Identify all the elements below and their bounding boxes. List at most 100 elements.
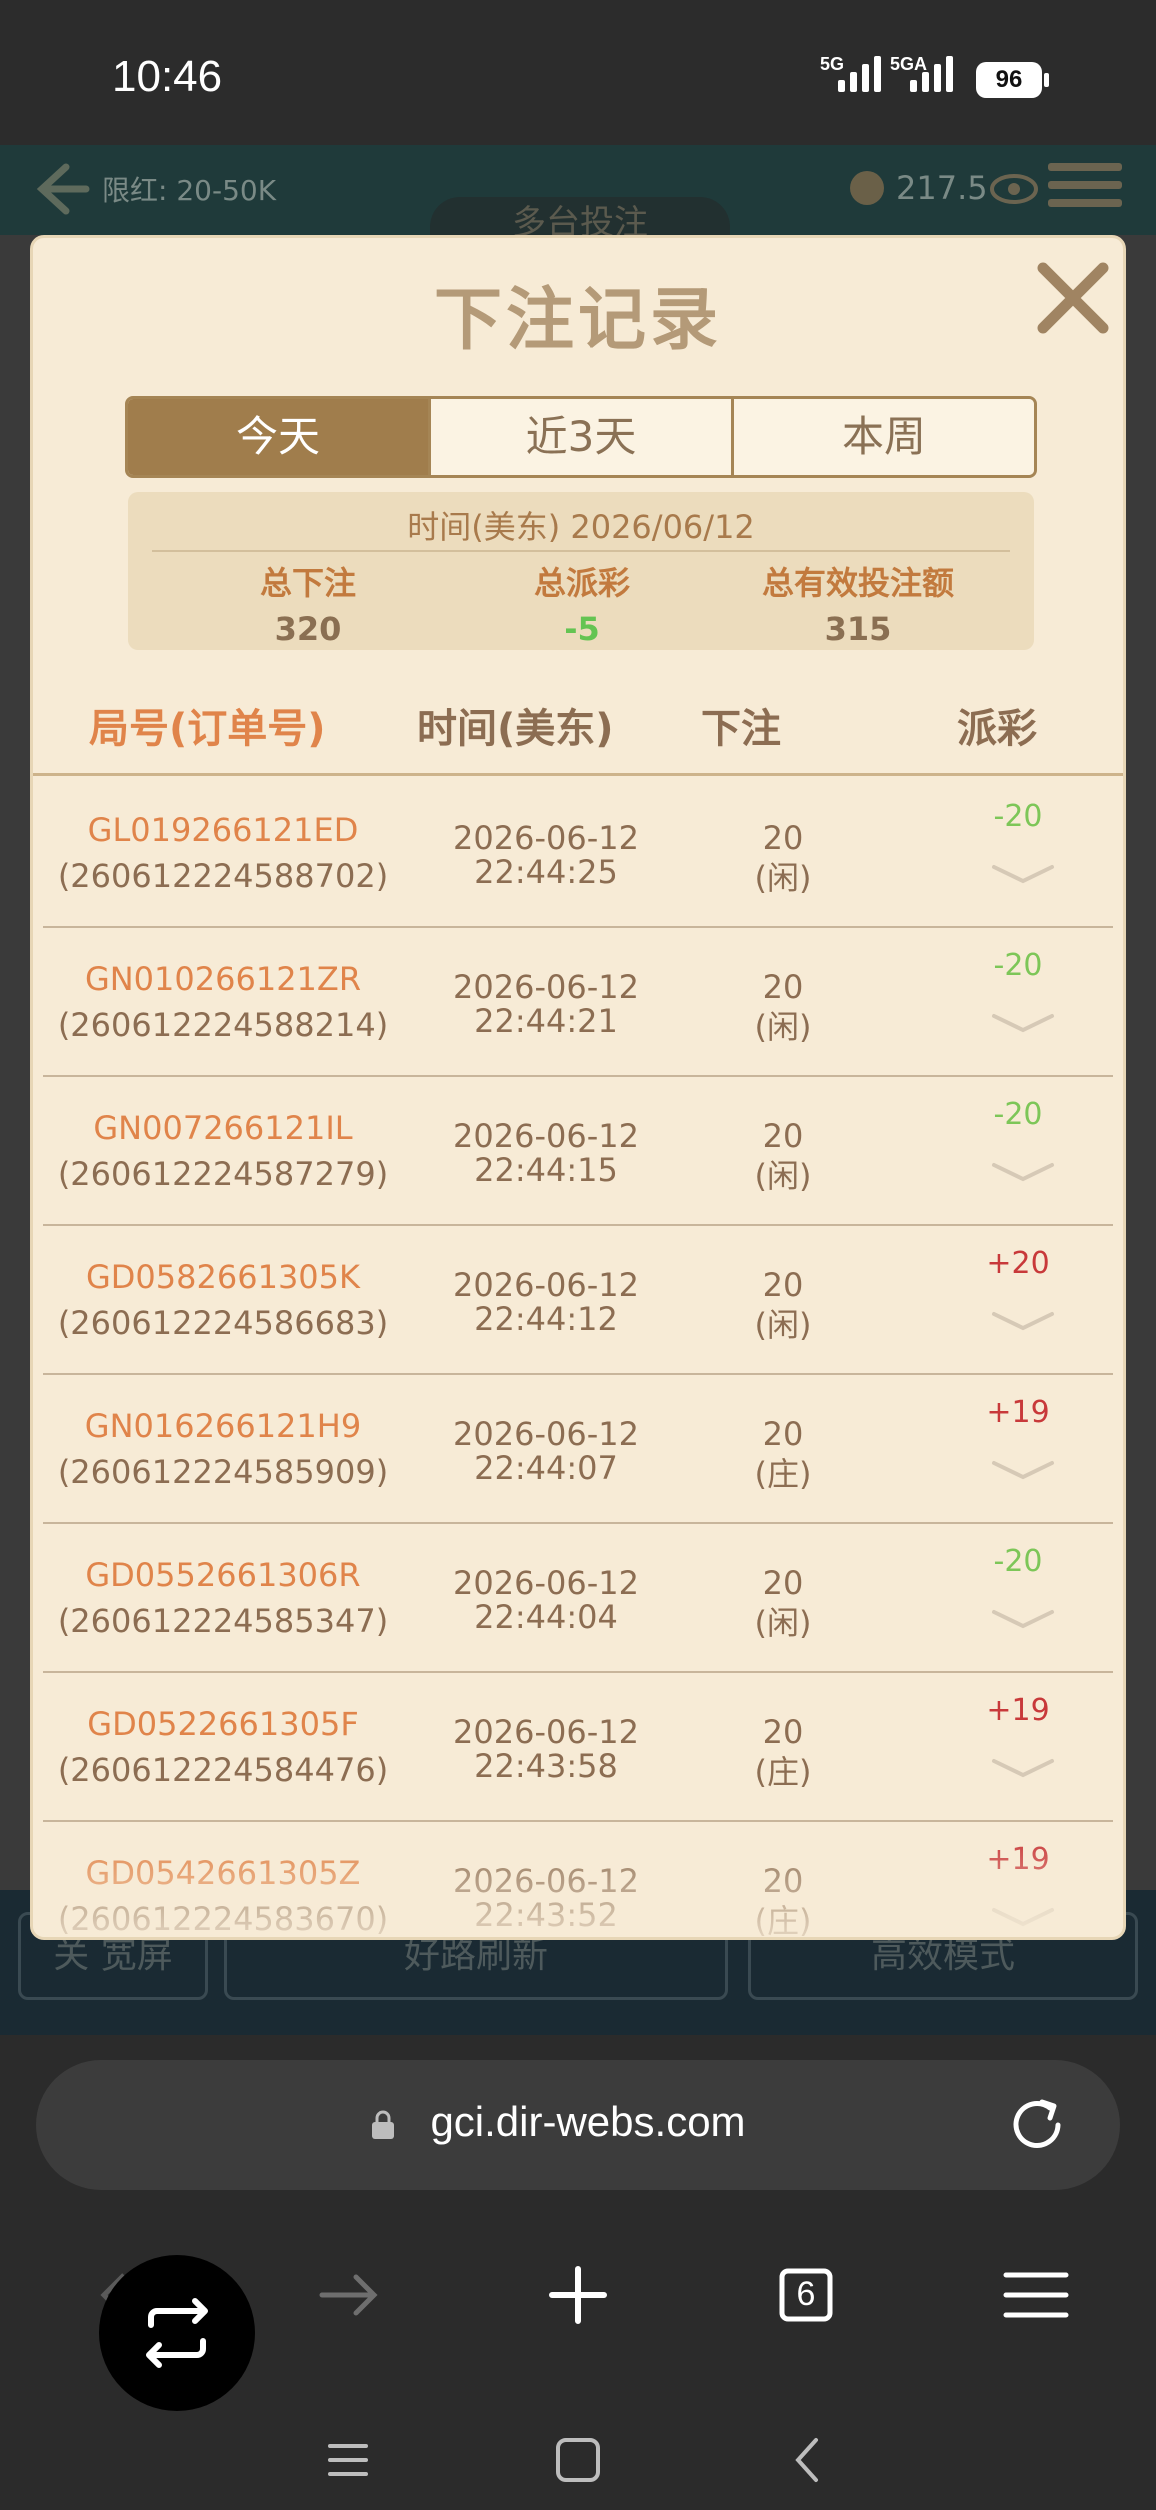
forward-icon[interactable] [298, 2245, 398, 2345]
total-payout-value: -5 [564, 610, 600, 648]
bet-date: 2026-06-12 [453, 1117, 639, 1155]
game-header: 限红: 20-50K 217.5 多台投注 [0, 145, 1156, 247]
chevron-down-icon[interactable] [988, 1604, 1058, 1634]
payout-value: -20 [993, 948, 1043, 983]
browser-toolbar: gci.dir-webs.com 6 [0, 2035, 1156, 2510]
chevron-down-icon[interactable] [988, 1157, 1058, 1187]
table-row[interactable]: GD0552661306R (260612224585347) 2026-06-12… [33, 1524, 1123, 1673]
recent-apps-icon[interactable] [318, 2430, 378, 2490]
bet-date: 2026-06-12 [453, 1564, 639, 1602]
bet-date: 2026-06-12 [453, 1266, 639, 1304]
bet-record-modal: 下注记录 今天 近3天 本周 时间(美东) 2026/06/12 总下注 320… [30, 235, 1126, 1940]
balance-value: 217.5 [896, 169, 988, 207]
summary-panel: 时间(美东) 2026/06/12 总下注 320 总派彩 -5 总有效投注额 … [128, 492, 1034, 650]
round-id: GN016266121H9 [84, 1407, 362, 1445]
status-time: 10:46 [112, 52, 223, 101]
home-icon[interactable] [548, 2430, 608, 2490]
table-row[interactable]: GD0522661305F (260612224584476) 2026-06-12… [33, 1673, 1123, 1822]
close-icon[interactable] [1031, 256, 1115, 340]
round-id: GL019266121ED [87, 811, 359, 849]
total-valid-value: 315 [824, 610, 892, 648]
system-back-icon[interactable] [778, 2430, 838, 2490]
payout-value: +20 [986, 1246, 1050, 1281]
bet-side: (闲) [754, 1157, 812, 1195]
round-id: GD0552661306R [85, 1556, 361, 1594]
bet-date: 2026-06-12 [453, 1713, 639, 1751]
address-bar[interactable]: gci.dir-webs.com [36, 2060, 1120, 2190]
signal-icon [838, 56, 881, 92]
bet-date: 2026-06-12 [453, 1415, 639, 1453]
hamburger-menu-icon[interactable] [1048, 163, 1122, 219]
bet-time: 22:44:04 [474, 1598, 618, 1636]
payout-value: +19 [986, 1693, 1050, 1728]
order-id: (260612224587279) [57, 1155, 389, 1193]
column-time: 时间(美东) [417, 706, 614, 752]
order-id: (260612224586683) [57, 1304, 389, 1342]
bet-side: (庄) [754, 1455, 812, 1493]
table-row[interactable]: GD0582661305K (260612224586683) 2026-06-12… [33, 1226, 1123, 1375]
column-payout: 派彩 [957, 706, 1037, 752]
battery-icon: 96 [976, 62, 1049, 98]
url-text: gci.dir-webs.com [430, 2098, 746, 2145]
chevron-down-icon[interactable] [988, 1306, 1058, 1336]
browser-menu-icon[interactable] [986, 2245, 1086, 2345]
bet-side: (闲) [754, 1008, 812, 1046]
swap-fab-button[interactable] [99, 2255, 255, 2411]
bet-amount: 20 [762, 1415, 804, 1453]
tab-today[interactable]: 今天 [128, 399, 431, 475]
bet-amount: 20 [762, 1266, 804, 1304]
bet-time: 22:44:15 [474, 1151, 618, 1189]
bet-side: (庄) [754, 1753, 812, 1791]
tabs-count-icon[interactable]: 6 [756, 2245, 856, 2345]
column-bet: 下注 [701, 706, 781, 752]
bet-limit-label: 限红: 20-50K [102, 174, 277, 207]
order-id: (260612224585909) [57, 1453, 389, 1491]
tab-last-3-days[interactable]: 近3天 [431, 399, 734, 475]
summary-total-valid: 总有效投注额 315 [728, 558, 988, 648]
back-arrow-icon[interactable] [26, 157, 90, 221]
new-tab-plus-icon[interactable] [528, 2245, 628, 2345]
bet-side: (闲) [754, 1604, 812, 1642]
total-payout-label: 总派彩 [533, 564, 630, 602]
bet-time: 22:44:07 [474, 1449, 618, 1487]
bet-amount: 20 [762, 1117, 804, 1155]
order-id: (260612224584476) [57, 1751, 389, 1789]
bet-record-list: GL019266121ED (260612224588702) 2026-06-12… [33, 779, 1123, 1937]
chevron-down-icon[interactable] [988, 1008, 1058, 1038]
eye-icon[interactable] [990, 171, 1038, 207]
payout-value: -20 [993, 799, 1043, 834]
bet-time: 22:44:21 [474, 1002, 618, 1040]
summary-total-payout: 总派彩 -5 [472, 558, 692, 648]
round-id: GN007266121IL [93, 1109, 353, 1147]
table-row[interactable]: GN016266121H9 (260612224585909) 2026-06-12… [33, 1375, 1123, 1524]
round-id: GD0582661305K [85, 1258, 360, 1296]
bet-date: 2026-06-12 [453, 968, 639, 1006]
list-fade [33, 1833, 1123, 1937]
status-bar: 10:46 5G 5GA 96 [0, 0, 1156, 145]
bet-time: 22:44:25 [474, 853, 618, 891]
modal-title: 下注记录 [433, 281, 722, 360]
bet-amount: 20 [762, 1564, 804, 1602]
table-row[interactable]: GN010266121ZR (260612224588214) 2026-06-12… [33, 928, 1123, 1077]
bet-amount: 20 [762, 1713, 804, 1751]
bet-side: (闲) [754, 859, 812, 897]
payout-value: +19 [986, 1395, 1050, 1430]
reload-icon[interactable] [1006, 2094, 1068, 2156]
total-valid-label: 总有效投注额 [761, 564, 954, 602]
bet-amount: 20 [762, 968, 804, 1006]
summary-divider [152, 550, 1010, 552]
swap-icon [146, 2298, 208, 2368]
chevron-down-icon[interactable] [988, 1455, 1058, 1485]
table-row[interactable]: GN007266121IL (260612224587279) 2026-06-12… [33, 1077, 1123, 1226]
round-id: GN010266121ZR [84, 960, 362, 998]
signal-icon-2 [910, 56, 953, 92]
tab-this-week[interactable]: 本周 [734, 399, 1034, 475]
order-id: (260612224588214) [57, 1006, 389, 1044]
bet-date: 2026-06-12 [453, 819, 639, 857]
total-bet-label: 总下注 [259, 564, 356, 602]
tabs-count: 6 [796, 2275, 816, 2313]
table-row[interactable]: GL019266121ED (260612224588702) 2026-06-12… [33, 779, 1123, 928]
chevron-down-icon[interactable] [988, 859, 1058, 889]
chevron-down-icon[interactable] [988, 1753, 1058, 1783]
order-id: (260612224588702) [57, 857, 389, 895]
